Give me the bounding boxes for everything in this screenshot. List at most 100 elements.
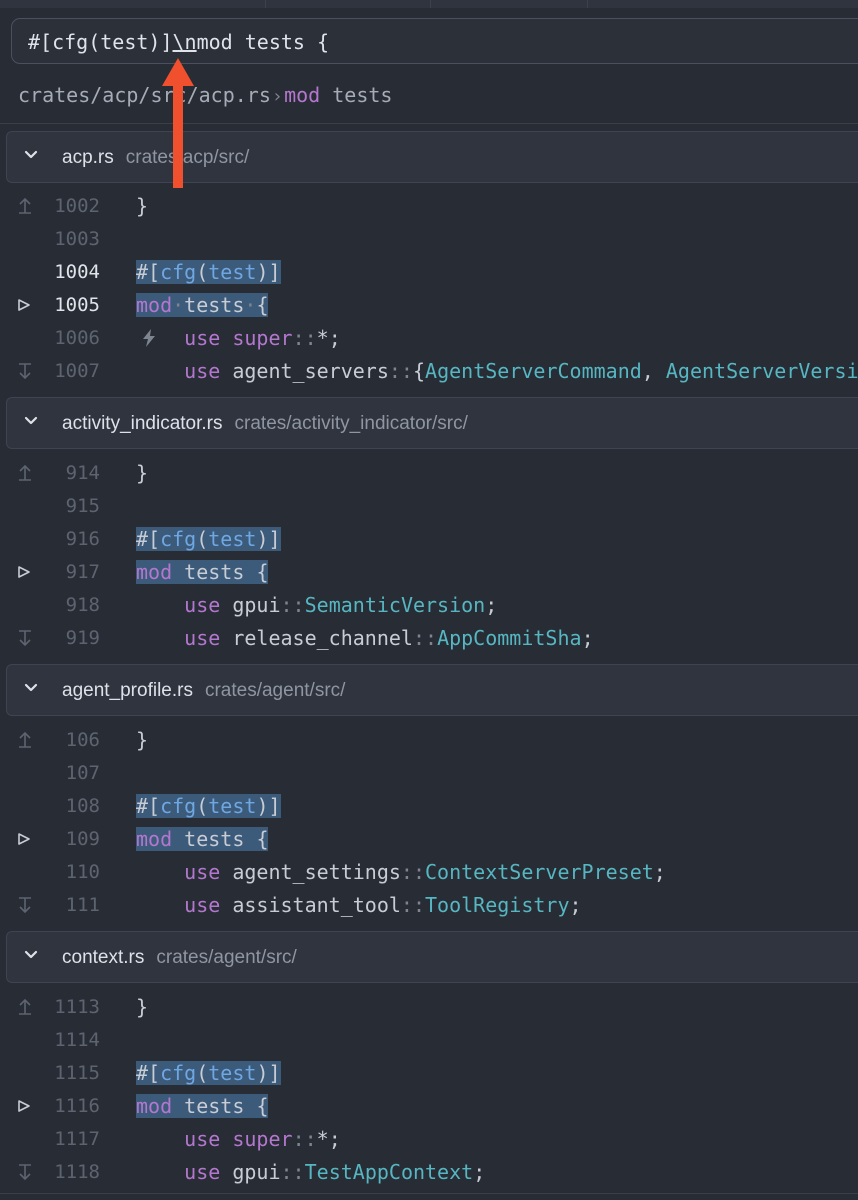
annotation-arrow-icon bbox=[162, 58, 194, 188]
code-text: mod tests { bbox=[136, 560, 269, 584]
run-icon[interactable] bbox=[14, 562, 36, 582]
code-line: 1004 #[cfg(test)] bbox=[0, 256, 858, 289]
expand-down-icon[interactable] bbox=[14, 361, 36, 381]
expand-up-icon[interactable] bbox=[14, 196, 36, 216]
line-number: 1116 bbox=[54, 1095, 100, 1117]
file-name: activity_indicator.rs bbox=[62, 413, 223, 434]
expand-up-icon[interactable] bbox=[14, 997, 36, 1017]
code-text: use gpui::TestAppContext; bbox=[184, 1160, 486, 1184]
code-text: use agent_servers::{AgentServerCommand, … bbox=[184, 359, 858, 383]
line-number: 914 bbox=[65, 462, 100, 484]
tab-divider bbox=[430, 0, 431, 8]
line-number: 1004 bbox=[54, 261, 100, 283]
code-line: 1006 use super::*; bbox=[0, 322, 858, 355]
code-line: 917 mod tests { bbox=[0, 556, 858, 589]
code-line: 918 use gpui::SemanticVersion; bbox=[0, 589, 858, 622]
code-line: 1002 } bbox=[0, 190, 858, 223]
file-header-context[interactable]: context.rs crates/agent/src/ bbox=[6, 931, 858, 983]
chevron-down-icon[interactable] bbox=[21, 678, 41, 698]
line-number: 917 bbox=[65, 561, 100, 583]
code-line: 1007 use agent_servers::{AgentServerComm… bbox=[0, 355, 858, 388]
line-number: 109 bbox=[65, 828, 100, 850]
code-text: use assistant_tool::ToolRegistry; bbox=[184, 893, 582, 917]
line-number: 1118 bbox=[54, 1161, 100, 1183]
file-path: crates/agent/src/ bbox=[156, 947, 297, 968]
line-number: 1002 bbox=[54, 195, 100, 217]
tab-bar bbox=[0, 0, 858, 8]
file-name: acp.rs bbox=[62, 147, 114, 168]
run-icon[interactable] bbox=[14, 295, 36, 315]
line-number: 108 bbox=[65, 795, 100, 817]
code-text: mod tests { bbox=[136, 1094, 269, 1118]
breadcrumb-separator: › bbox=[273, 86, 282, 107]
expand-up-icon[interactable] bbox=[14, 463, 36, 483]
file-header-acp[interactable]: acp.rs crates/acp/src/ bbox=[6, 131, 858, 183]
code-text: mod·tests·{ bbox=[136, 293, 269, 317]
code-text: } bbox=[136, 194, 149, 218]
line-number: 107 bbox=[65, 762, 100, 784]
file-name: agent_profile.rs bbox=[62, 680, 193, 701]
breadcrumb-keyword[interactable]: mod bbox=[284, 83, 320, 107]
code-text: use gpui::SemanticVersion; bbox=[184, 593, 498, 617]
line-number: 915 bbox=[65, 495, 100, 517]
breadcrumb-symbol[interactable]: tests bbox=[332, 83, 392, 107]
code-text: mod tests { bbox=[136, 827, 269, 851]
code-text: use agent_settings::ContextServerPreset; bbox=[184, 860, 666, 884]
code-line: 1116 mod tests { bbox=[0, 1090, 858, 1123]
run-icon[interactable] bbox=[14, 1096, 36, 1116]
line-number: 1005 bbox=[54, 294, 100, 316]
line-number: 1114 bbox=[54, 1029, 100, 1051]
line-number: 1007 bbox=[54, 360, 100, 382]
divider bbox=[0, 123, 858, 124]
code-line: 1113 } bbox=[0, 991, 858, 1024]
line-number: 1115 bbox=[54, 1062, 100, 1084]
file-header-activity-indicator[interactable]: activity_indicator.rs crates/activity_ind… bbox=[6, 397, 858, 449]
line-number: 1003 bbox=[54, 228, 100, 250]
file-path: crates/agent/src/ bbox=[204, 680, 346, 701]
line-number: 919 bbox=[65, 627, 100, 649]
code-line: 914 } bbox=[0, 457, 858, 490]
line-number: 111 bbox=[65, 894, 100, 916]
code-line: 1114 bbox=[0, 1024, 858, 1057]
chevron-down-icon[interactable] bbox=[21, 945, 41, 965]
line-number: 918 bbox=[65, 594, 100, 616]
expand-down-icon[interactable] bbox=[14, 628, 36, 648]
divider bbox=[0, 1193, 858, 1194]
code-text: use release_channel::AppCommitSha; bbox=[184, 626, 594, 650]
line-number: 916 bbox=[65, 528, 100, 550]
expand-down-icon[interactable] bbox=[14, 1162, 36, 1182]
code-text: #[cfg(test)] bbox=[136, 260, 281, 284]
code-line: 916 #[cfg(test)] bbox=[0, 523, 858, 556]
code-line: 108 #[cfg(test)] bbox=[0, 790, 858, 823]
code-line: 107 bbox=[0, 757, 858, 790]
breadcrumb-path[interactable]: crates/acp/src/acp.rs bbox=[18, 83, 271, 107]
code-line: 919 use release_channel::AppCommitSha; bbox=[0, 622, 858, 655]
code-text: } bbox=[136, 995, 149, 1019]
run-icon[interactable] bbox=[14, 829, 36, 849]
code-text: use super::*; bbox=[184, 326, 341, 350]
code-text: use super::*; bbox=[184, 1127, 341, 1151]
code-text: #[cfg(test)] bbox=[136, 527, 281, 551]
code-text: #[cfg(test)] bbox=[136, 1061, 281, 1085]
file-path: crates/activity_indicator/src/ bbox=[234, 413, 468, 434]
tab-divider bbox=[265, 0, 266, 8]
code-line: 1115 #[cfg(test)] bbox=[0, 1057, 858, 1090]
file-name: context.rs bbox=[62, 947, 145, 968]
chevron-down-icon[interactable] bbox=[21, 145, 41, 165]
tab-divider bbox=[587, 0, 588, 8]
code-line: 1117 use super::*; bbox=[0, 1123, 858, 1156]
code-line: 106 } bbox=[0, 724, 858, 757]
expand-down-icon[interactable] bbox=[14, 895, 36, 915]
code-text: } bbox=[136, 728, 149, 752]
code-line: 1003 bbox=[0, 223, 858, 256]
expand-up-icon[interactable] bbox=[14, 730, 36, 750]
line-number: 110 bbox=[65, 861, 100, 883]
line-number: 1117 bbox=[54, 1128, 100, 1150]
search-input[interactable]: #[cfg(test)]\nmod tests { bbox=[11, 18, 858, 64]
code-text: } bbox=[136, 461, 149, 485]
file-header-agent-profile[interactable]: agent_profile.rs crates/agent/src/ bbox=[6, 664, 858, 716]
search-query: #[cfg(test)]\nmod tests { bbox=[28, 30, 330, 54]
chevron-down-icon[interactable] bbox=[21, 411, 41, 431]
line-number: 1113 bbox=[54, 996, 100, 1018]
breadcrumb[interactable]: crates/acp/src/acp.rs › mod tests bbox=[18, 83, 392, 107]
